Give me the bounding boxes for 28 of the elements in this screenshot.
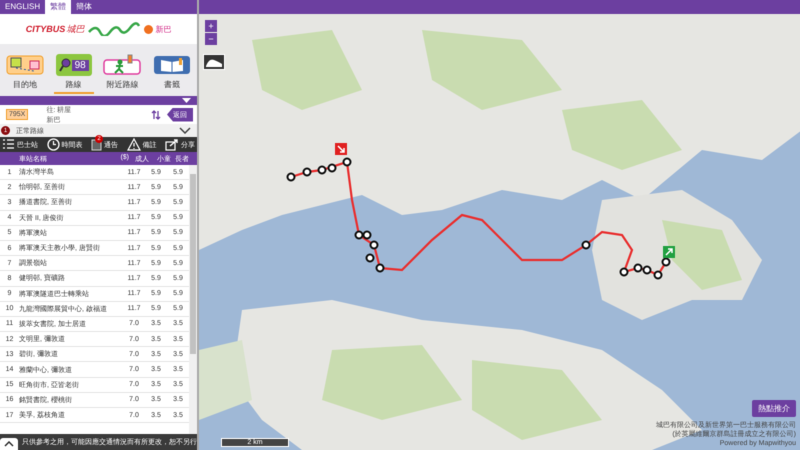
hotspot-button[interactable]: 熱點推介 — [752, 400, 796, 417]
list-icon — [2, 138, 15, 151]
walking-person-icon — [103, 54, 142, 76]
share-icon — [165, 138, 179, 151]
zoom-in-button[interactable]: + — [205, 20, 217, 32]
nav-tab[interactable]: 書籤 — [151, 54, 194, 94]
wave-icon — [88, 22, 140, 36]
zoom-out-button[interactable]: − — [205, 33, 217, 45]
chevron-icon — [179, 127, 191, 134]
nwfb-logo: 新巴 — [144, 24, 172, 34]
language-tab[interactable]: 簡体 — [71, 0, 98, 14]
nav-tab[interactable]: 附近路線 — [101, 54, 144, 94]
warning-icon — [126, 138, 140, 151]
citybus-logo: CITYBUS城巴 — [26, 22, 84, 36]
book-icon — [153, 54, 192, 76]
nav-tab[interactable]: 目的地 — [4, 54, 46, 94]
language-tab[interactable]: ENGLISH — [0, 0, 46, 14]
nav-tab[interactable]: 98 路線 — [54, 54, 94, 94]
swap-direction-icon[interactable] — [151, 110, 161, 120]
clock-icon — [46, 138, 60, 151]
scrollbar[interactable] — [189, 165, 197, 434]
chevron-up-icon — [4, 441, 14, 447]
dropdown-triangle-icon[interactable] — [182, 98, 191, 103]
map-pins-icon — [6, 54, 44, 76]
expand-button[interactable] — [0, 438, 18, 450]
map-layer-icon[interactable] — [203, 54, 225, 70]
route-search-icon: 98 — [56, 54, 92, 76]
language-tab[interactable]: 繁體 — [45, 0, 72, 14]
